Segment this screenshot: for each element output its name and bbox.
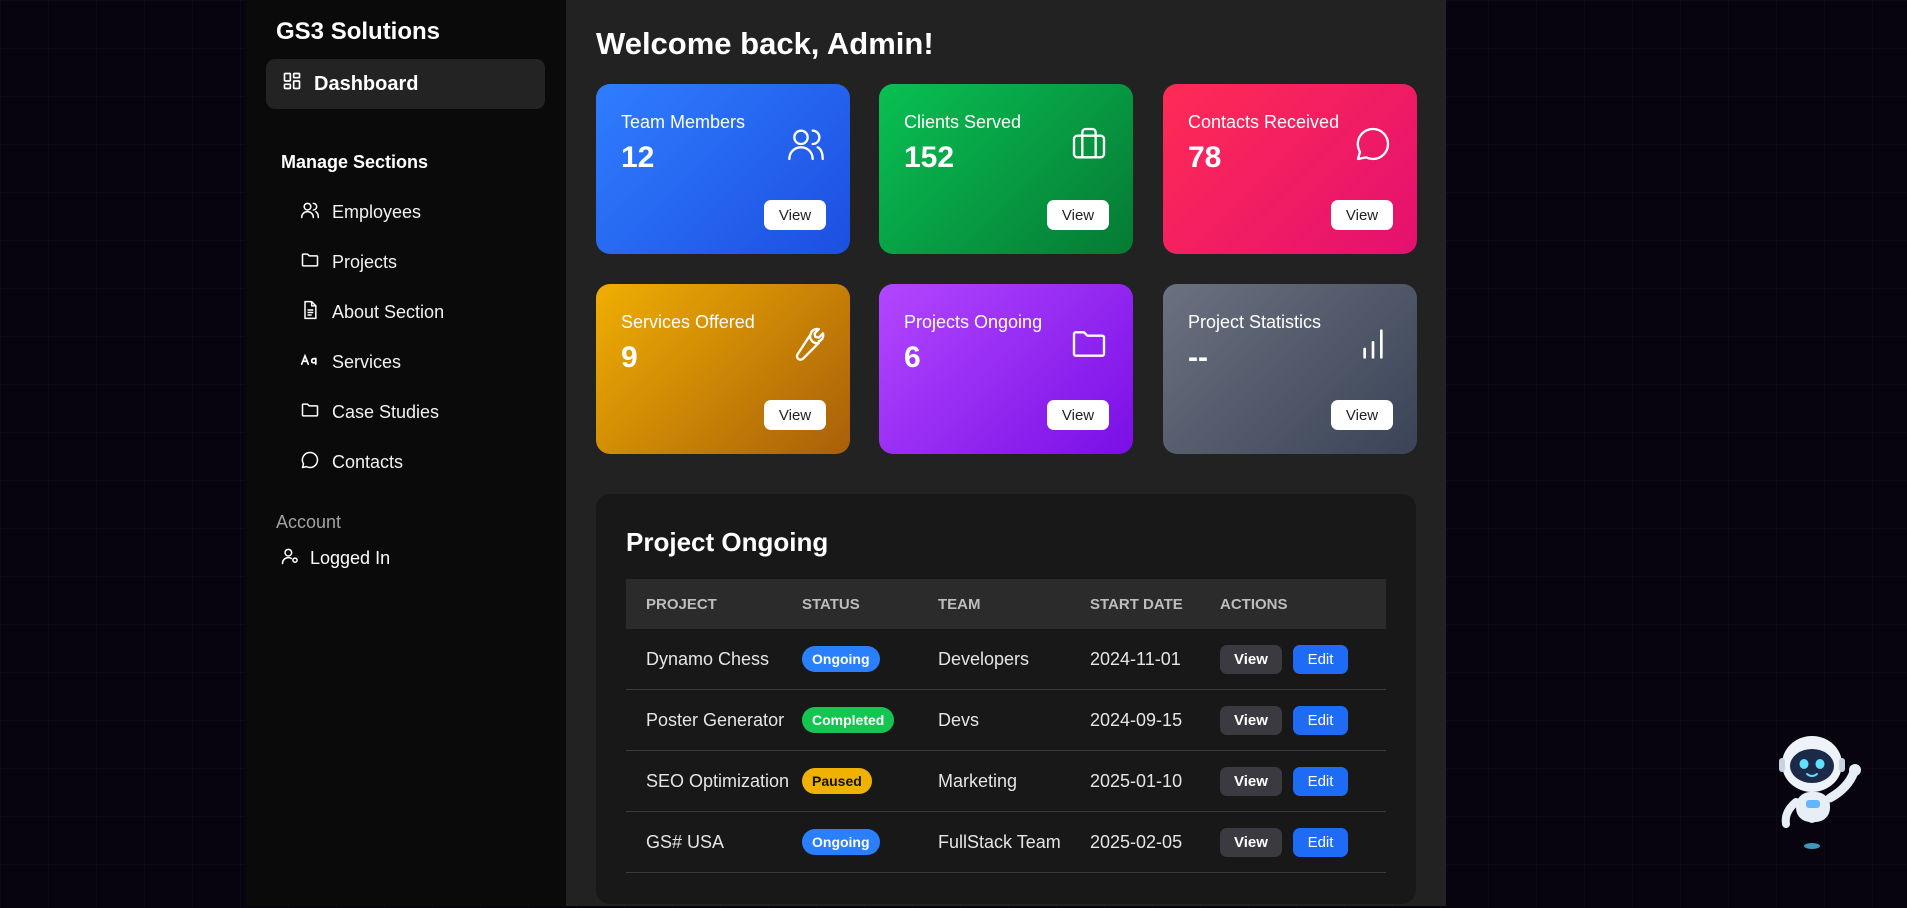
bar-chart-icon: [1353, 324, 1393, 369]
sidebar-item-projects[interactable]: Projects: [300, 237, 444, 287]
briefcase-icon: [1069, 124, 1109, 169]
sidebar: GS3 Solutions Dashboard Manage Sections …: [246, 0, 566, 906]
sidebar-item-label: About Section: [332, 301, 445, 322]
sidebar-item-label: Contacts: [332, 451, 404, 472]
document-icon: [300, 300, 320, 325]
wrench-icon: [786, 324, 826, 369]
project-name: Poster Generator: [646, 709, 785, 730]
project-start-date: 2025-01-10: [1090, 770, 1183, 791]
view-project-statistics-button[interactable]: View: [1331, 400, 1393, 430]
project-team: Marketing: [938, 770, 1018, 791]
status-badge: Paused: [802, 768, 872, 794]
users-icon: [300, 200, 320, 225]
folder-icon: [300, 250, 320, 275]
row-actions: View Edit: [1220, 705, 1348, 735]
edit-button[interactable]: Edit: [1293, 827, 1348, 857]
project-ongoing-panel: Project Ongoing PROJECT STATUS TEAM STAR…: [596, 494, 1416, 904]
row-actions: View Edit: [1220, 644, 1348, 674]
sidebar-nav: Employees Projects About Section Service…: [300, 187, 444, 487]
row-actions: View Edit: [1220, 827, 1348, 857]
card-clients-served: Clients Served 152 View: [879, 84, 1133, 254]
sidebar-item-label: Employees: [332, 201, 422, 222]
table-row: Poster Generator Completed Devs 2024-09-…: [626, 690, 1386, 751]
status-badge: Ongoing: [802, 646, 880, 672]
table-row: SEO Optimization Paused Marketing 2025-0…: [626, 751, 1386, 812]
sidebar-item-about-section[interactable]: About Section: [300, 287, 444, 337]
project-start-date: 2024-09-15: [1090, 709, 1183, 730]
sidebar-item-contacts[interactable]: Contacts: [300, 437, 444, 487]
table-header: PROJECT STATUS TEAM START DATE ACTIONS: [626, 579, 1386, 629]
project-team: Devs: [938, 709, 980, 730]
view-team-members-button[interactable]: View: [764, 200, 826, 230]
column-header-team: TEAM: [938, 595, 981, 613]
chat-icon: [1353, 124, 1393, 169]
sidebar-item-dashboard[interactable]: Dashboard: [266, 59, 545, 109]
view-services-offered-button[interactable]: View: [764, 400, 826, 430]
status-badge: Completed: [802, 707, 895, 733]
project-name: Dynamo Chess: [646, 648, 770, 669]
edit-button[interactable]: Edit: [1293, 644, 1348, 674]
folder-icon: [300, 400, 320, 425]
status-badge: Ongoing: [802, 829, 880, 855]
user-settings-icon: [280, 546, 300, 571]
card-team-members: Team Members 12 View: [596, 84, 850, 254]
view-button[interactable]: View: [1220, 827, 1282, 857]
project-name: GS# USA: [646, 831, 725, 852]
table-row: GS# USA Ongoing FullStack Team 2025-02-0…: [626, 812, 1386, 873]
card-projects-ongoing: Projects Ongoing 6 View: [879, 284, 1133, 454]
users-icon: [786, 124, 826, 169]
edit-button[interactable]: Edit: [1293, 766, 1348, 796]
view-button[interactable]: View: [1220, 705, 1282, 735]
logged-in-item[interactable]: Logged In: [280, 544, 390, 572]
sidebar-item-label: Projects: [332, 251, 398, 272]
view-contacts-received-button[interactable]: View: [1331, 200, 1393, 230]
row-actions: View Edit: [1220, 766, 1348, 796]
sidebar-item-services[interactable]: Services: [300, 337, 444, 387]
sidebar-item-employees[interactable]: Employees: [300, 187, 444, 237]
card-project-statistics: Project Statistics -- View: [1163, 284, 1417, 454]
project-start-date: 2025-02-05: [1090, 831, 1183, 852]
project-start-date: 2024-11-01: [1090, 648, 1181, 669]
sidebar-item-label: Case Studies: [332, 401, 440, 422]
brand-title: GS3 Solutions: [276, 18, 441, 45]
column-header-start-date: START DATE: [1090, 595, 1183, 613]
text-icon: [300, 350, 320, 375]
main-content: Welcome back, Admin! Team Members 12 Vie…: [566, 0, 1446, 906]
view-clients-served-button[interactable]: View: [1047, 200, 1109, 230]
folder-icon: [1069, 324, 1109, 369]
column-header-status: STATUS: [802, 595, 860, 613]
card-services-offered: Services Offered 9 View: [596, 284, 850, 454]
edit-button[interactable]: Edit: [1293, 705, 1348, 735]
column-header-actions: ACTIONS: [1220, 595, 1288, 613]
section-title: Project Ongoing: [626, 527, 829, 557]
view-projects-ongoing-button[interactable]: View: [1047, 400, 1109, 430]
card-contacts-received: Contacts Received 78 View: [1163, 84, 1417, 254]
page-title: Welcome back, Admin!: [596, 26, 934, 61]
project-team: Developers: [938, 648, 1030, 669]
logged-in-label: Logged In: [310, 547, 391, 568]
column-header-project: PROJECT: [646, 595, 717, 613]
view-button[interactable]: View: [1220, 644, 1282, 674]
sidebar-item-label: Dashboard: [314, 72, 419, 95]
projects-table: PROJECT STATUS TEAM START DATE ACTIONS D…: [626, 579, 1386, 873]
manage-sections-heading: Manage Sections: [281, 152, 429, 172]
dashboard-grid-icon: [282, 71, 302, 97]
view-button[interactable]: View: [1220, 766, 1282, 796]
chatbot-robot-icon[interactable]: [1770, 728, 1874, 850]
project-team: FullStack Team: [938, 831, 1061, 852]
account-heading: Account: [276, 512, 342, 532]
project-name: SEO Optimization: [646, 770, 790, 791]
sidebar-item-case-studies[interactable]: Case Studies: [300, 387, 444, 437]
chat-icon: [300, 450, 320, 475]
sidebar-item-label: Services: [332, 351, 402, 372]
table-row: Dynamo Chess Ongoing Developers 2024-11-…: [626, 629, 1386, 690]
